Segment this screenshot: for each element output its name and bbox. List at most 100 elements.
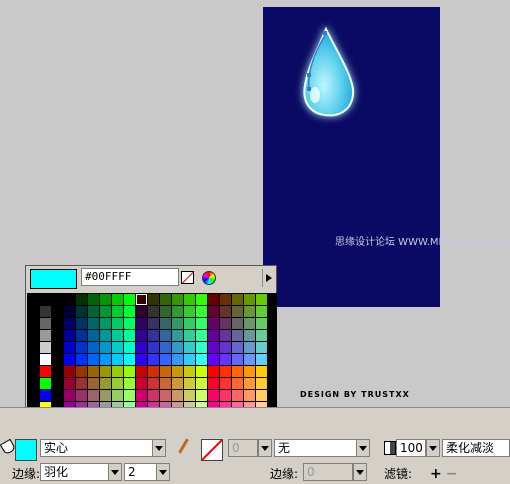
color-swatch-cell[interactable] bbox=[28, 354, 39, 365]
color-swatch-cell[interactable] bbox=[88, 330, 99, 341]
color-swatch-cell[interactable] bbox=[220, 366, 231, 377]
color-swatch-cell[interactable] bbox=[184, 378, 195, 389]
color-swatch-cell[interactable] bbox=[208, 294, 219, 305]
color-swatch-cell[interactable] bbox=[244, 366, 255, 377]
color-swatch-cell[interactable] bbox=[52, 378, 63, 389]
color-swatch-cell[interactable] bbox=[172, 318, 183, 329]
color-swatch-cell[interactable] bbox=[76, 390, 87, 401]
color-swatch-cell[interactable] bbox=[136, 378, 147, 389]
color-swatch-cell[interactable] bbox=[244, 354, 255, 365]
color-swatch-cell[interactable] bbox=[208, 390, 219, 401]
color-swatch-cell[interactable] bbox=[244, 330, 255, 341]
color-swatch-cell[interactable] bbox=[256, 366, 267, 377]
color-swatch-cell[interactable] bbox=[52, 342, 63, 353]
color-swatch-cell[interactable] bbox=[172, 294, 183, 305]
color-swatch-cell[interactable] bbox=[124, 366, 135, 377]
color-swatch-cell[interactable] bbox=[64, 318, 75, 329]
color-swatch-cell[interactable] bbox=[184, 294, 195, 305]
color-swatch-cell[interactable] bbox=[112, 366, 123, 377]
color-swatch-cell[interactable] bbox=[136, 366, 147, 377]
color-swatch-cell[interactable] bbox=[160, 390, 171, 401]
color-swatch-cell[interactable] bbox=[232, 294, 243, 305]
color-swatch-cell[interactable] bbox=[64, 390, 75, 401]
color-swatch-cell[interactable] bbox=[100, 306, 111, 317]
color-swatch-cell[interactable] bbox=[88, 390, 99, 401]
color-swatch-cell[interactable] bbox=[148, 354, 159, 365]
color-swatch-cell[interactable] bbox=[88, 342, 99, 353]
color-swatch-cell[interactable] bbox=[196, 318, 207, 329]
color-swatch-cell[interactable] bbox=[76, 306, 87, 317]
color-swatch-cell[interactable] bbox=[76, 354, 87, 365]
color-swatch-cell[interactable] bbox=[112, 378, 123, 389]
color-swatch-cell[interactable] bbox=[148, 306, 159, 317]
color-swatch-cell[interactable] bbox=[232, 318, 243, 329]
color-swatch-cell[interactable] bbox=[244, 390, 255, 401]
color-swatch-cell[interactable] bbox=[232, 342, 243, 353]
color-swatch-cell[interactable] bbox=[100, 318, 111, 329]
color-swatch-cell[interactable] bbox=[172, 330, 183, 341]
color-swatch-cell[interactable] bbox=[52, 330, 63, 341]
color-swatch-cell[interactable] bbox=[40, 390, 51, 401]
color-swatch-cell[interactable] bbox=[208, 354, 219, 365]
color-swatch-cell[interactable] bbox=[40, 294, 51, 305]
color-swatch-cell[interactable] bbox=[76, 378, 87, 389]
color-swatch-cell[interactable] bbox=[148, 342, 159, 353]
color-swatch-cell[interactable] bbox=[64, 378, 75, 389]
edge-amount-input-2[interactable]: 0 bbox=[303, 463, 353, 481]
color-swatch-cell[interactable] bbox=[256, 294, 267, 305]
color-swatch-cell[interactable] bbox=[184, 390, 195, 401]
color-swatch-cell[interactable] bbox=[160, 366, 171, 377]
color-swatch-cell[interactable] bbox=[112, 330, 123, 341]
color-swatch-cell[interactable] bbox=[208, 378, 219, 389]
color-swatch-cell[interactable] bbox=[64, 306, 75, 317]
color-swatch-cell[interactable] bbox=[220, 378, 231, 389]
feather-dropdown-icon[interactable] bbox=[156, 463, 170, 481]
color-swatch-cell[interactable] bbox=[160, 306, 171, 317]
remove-filter-icon[interactable]: − bbox=[446, 466, 462, 482]
color-swatch-cell[interactable] bbox=[136, 330, 147, 341]
color-swatch-cell[interactable] bbox=[256, 342, 267, 353]
color-swatch-cell[interactable] bbox=[88, 354, 99, 365]
color-swatch-cell[interactable] bbox=[40, 366, 51, 377]
color-swatch-cell[interactable] bbox=[136, 306, 147, 317]
color-swatch-cell[interactable] bbox=[28, 306, 39, 317]
color-swatch-cell[interactable] bbox=[28, 294, 39, 305]
color-swatch-cell[interactable] bbox=[196, 330, 207, 341]
color-swatch-cell[interactable] bbox=[196, 390, 207, 401]
color-swatch-cell[interactable] bbox=[124, 342, 135, 353]
color-swatch-cell[interactable] bbox=[208, 366, 219, 377]
color-swatch-cell[interactable] bbox=[76, 366, 87, 377]
color-swatch-cell[interactable] bbox=[64, 366, 75, 377]
fill-style-dropdown-icon[interactable] bbox=[152, 439, 166, 457]
color-swatch-cell[interactable] bbox=[244, 342, 255, 353]
color-swatch-cell[interactable] bbox=[136, 342, 147, 353]
color-swatch-cell[interactable] bbox=[28, 390, 39, 401]
color-swatch-cell[interactable] bbox=[64, 354, 75, 365]
color-swatch-cell[interactable] bbox=[220, 342, 231, 353]
color-swatch-cell[interactable] bbox=[184, 366, 195, 377]
hex-color-input[interactable]: #00FFFF bbox=[81, 268, 179, 286]
color-swatch-cell[interactable] bbox=[172, 366, 183, 377]
color-swatch-cell[interactable] bbox=[208, 330, 219, 341]
color-swatch-cell[interactable] bbox=[136, 354, 147, 365]
color-swatch-cell[interactable] bbox=[52, 294, 63, 305]
color-swatch-cell[interactable] bbox=[100, 378, 111, 389]
color-swatch-cell[interactable] bbox=[100, 294, 111, 305]
color-wheel-icon[interactable] bbox=[202, 271, 216, 285]
expand-arrow-icon[interactable] bbox=[262, 269, 275, 287]
color-swatch-cell[interactable] bbox=[100, 330, 111, 341]
color-swatch-cell[interactable] bbox=[196, 378, 207, 389]
color-swatch-cell[interactable] bbox=[148, 378, 159, 389]
color-swatch-cell[interactable] bbox=[148, 318, 159, 329]
color-swatch-cell[interactable] bbox=[196, 366, 207, 377]
color-swatch-cell[interactable] bbox=[160, 294, 171, 305]
color-swatch-cell[interactable] bbox=[220, 330, 231, 341]
color-swatch-cell[interactable] bbox=[76, 294, 87, 305]
color-swatch-cell[interactable] bbox=[172, 390, 183, 401]
color-swatch-cell[interactable] bbox=[64, 294, 75, 305]
color-swatch-cell[interactable] bbox=[160, 354, 171, 365]
color-swatch-cell[interactable] bbox=[160, 378, 171, 389]
stroke-width-input[interactable]: 0 bbox=[228, 439, 258, 457]
opacity-dropdown-icon[interactable] bbox=[426, 439, 440, 457]
color-swatch-cell[interactable] bbox=[184, 330, 195, 341]
